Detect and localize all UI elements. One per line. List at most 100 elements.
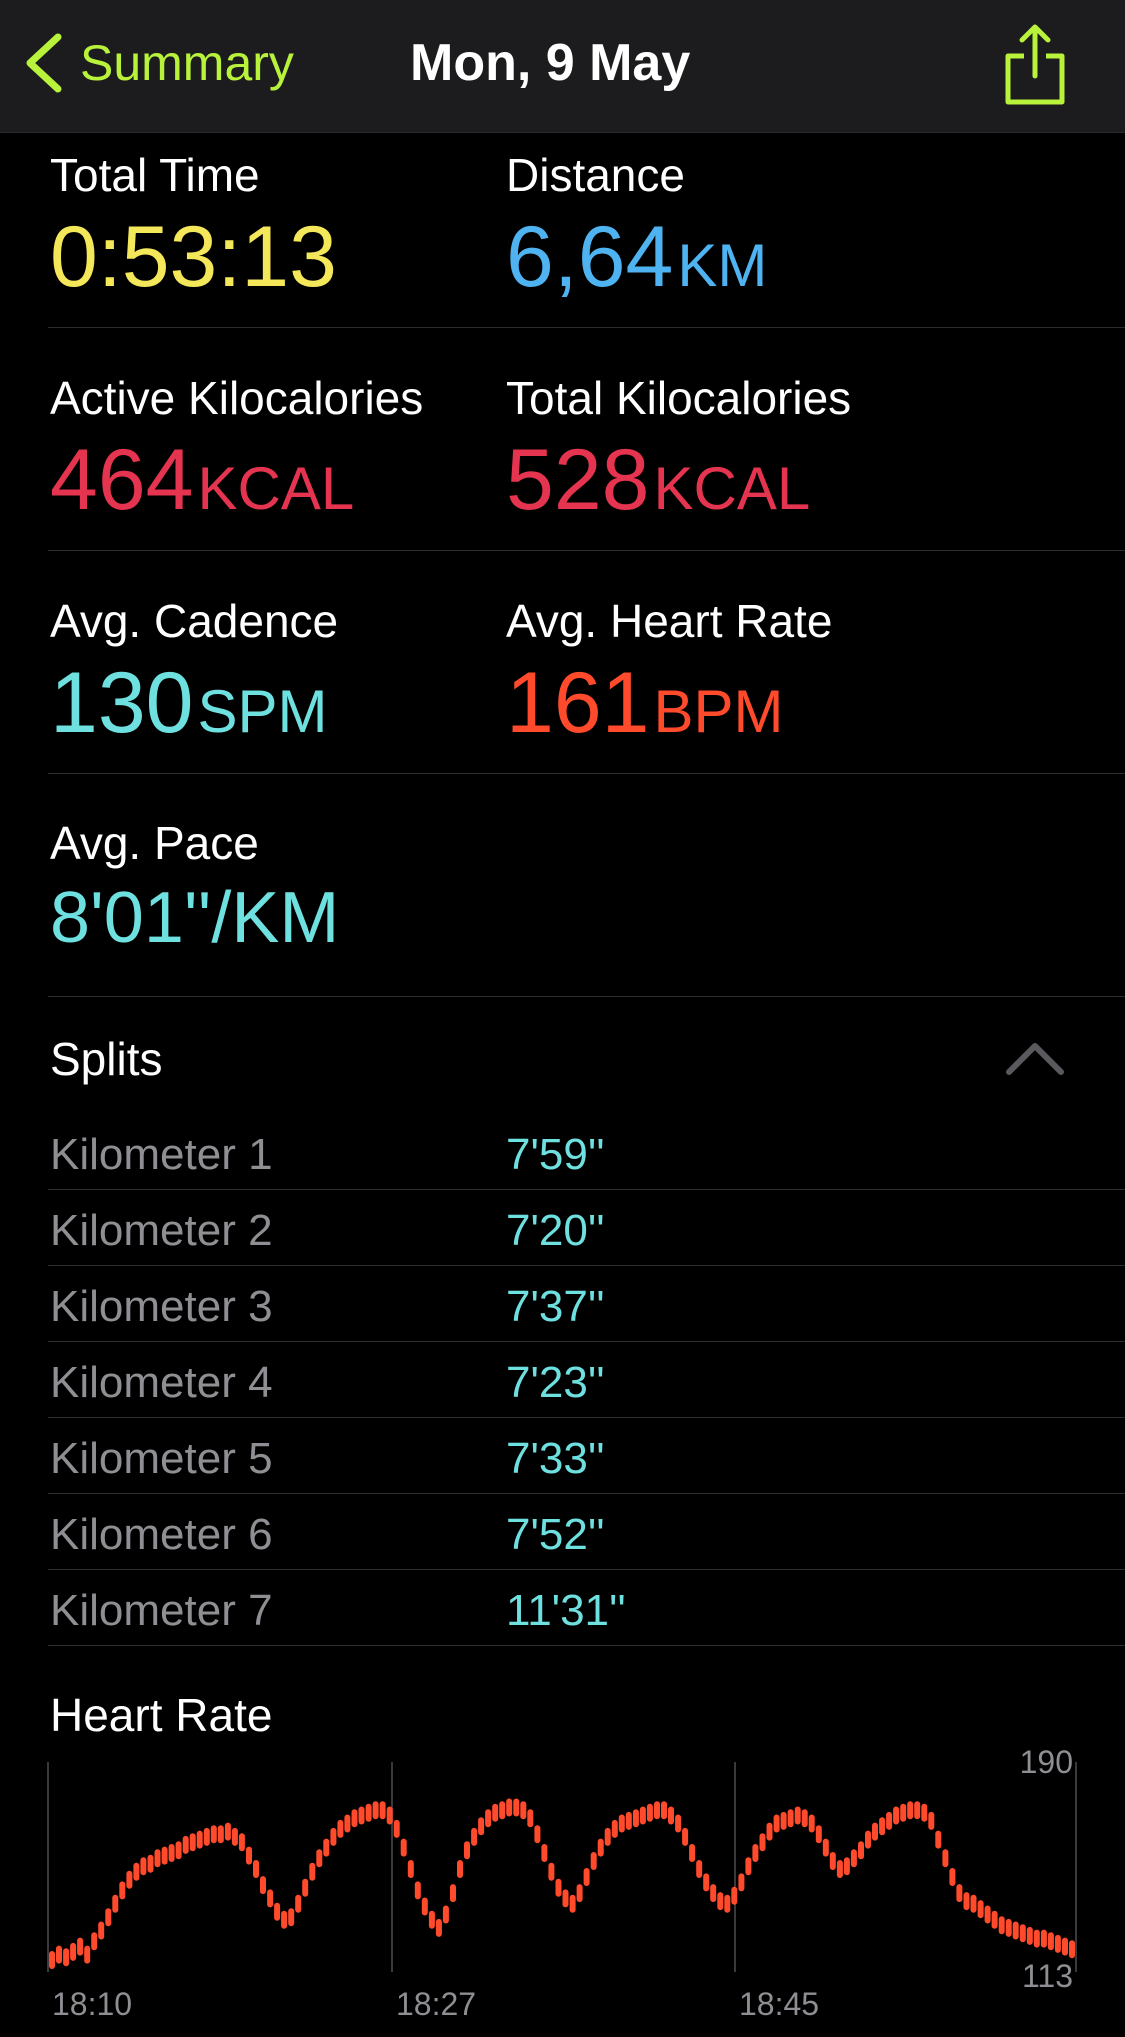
total-kcal-unit: KCAL bbox=[653, 455, 811, 522]
heart-rate-point bbox=[872, 1822, 878, 1841]
heart-rate-point bbox=[471, 1827, 478, 1846]
x-tick-label: 18:45 bbox=[739, 1986, 819, 2022]
heart-rate-point bbox=[210, 1825, 217, 1844]
heart-rate-point bbox=[309, 1862, 316, 1881]
stat-value: 6,64KM bbox=[506, 214, 767, 300]
heart-rate-point bbox=[281, 1910, 288, 1929]
heart-rate-point bbox=[928, 1811, 935, 1830]
heart-rate-point bbox=[710, 1884, 717, 1903]
split-row: Kilometer 6 7'52'' bbox=[0, 1494, 1125, 1570]
heart-rate-chart: 190 113 18:10 18:27 18:45 bbox=[47, 1744, 1077, 2022]
heart-rate-point bbox=[196, 1830, 203, 1849]
stat-label: Avg. Cadence bbox=[50, 595, 339, 647]
heart-rate-point bbox=[56, 1945, 62, 1964]
heart-rate-point bbox=[625, 1811, 632, 1830]
heart-rate-point bbox=[351, 1809, 358, 1828]
heart-rate-point bbox=[84, 1945, 91, 1964]
heart-rate-point bbox=[175, 1841, 182, 1860]
heart-rate-point bbox=[991, 1910, 998, 1929]
heart-rate-point bbox=[703, 1873, 710, 1892]
heart-rate-point bbox=[822, 1838, 829, 1857]
divider bbox=[48, 327, 1125, 328]
heart-rate-point bbox=[182, 1835, 189, 1854]
heart-rate-point bbox=[724, 1894, 731, 1913]
heart-rate-point bbox=[49, 1951, 55, 1969]
heart-rate-point bbox=[858, 1841, 864, 1860]
heart-rate-point bbox=[900, 1803, 907, 1822]
heart-rate-point bbox=[949, 1868, 956, 1886]
heart-rate-point bbox=[731, 1886, 738, 1905]
split-label: Kilometer 6 bbox=[50, 1510, 273, 1559]
total-time-value: 0:53:13 bbox=[50, 209, 337, 305]
heart-rate-point bbox=[147, 1854, 154, 1873]
heart-rate-point bbox=[843, 1857, 850, 1876]
heart-rate-point bbox=[745, 1857, 752, 1876]
heart-rate-point bbox=[253, 1860, 259, 1878]
heart-rate-point bbox=[224, 1822, 231, 1841]
heart-rate-point bbox=[907, 1801, 914, 1820]
stat-value: 528KCAL bbox=[506, 437, 851, 523]
split-pace: 11'31'' bbox=[506, 1586, 626, 1635]
heart-rate-point bbox=[801, 1809, 808, 1828]
stat-label: Avg. Pace bbox=[50, 817, 259, 869]
heart-rate-point bbox=[1005, 1918, 1012, 1937]
heart-rate-point bbox=[773, 1814, 780, 1833]
divider bbox=[48, 773, 1125, 774]
heart-rate-point bbox=[583, 1868, 590, 1886]
heart-rate-point bbox=[330, 1827, 337, 1846]
heart-rate-point bbox=[464, 1841, 470, 1860]
avg-cadence-unit: SPM bbox=[197, 678, 328, 745]
heart-rate-point bbox=[421, 1897, 428, 1916]
split-label: Kilometer 2 bbox=[50, 1206, 273, 1255]
split-row: Kilometer 4 7'23'' bbox=[0, 1342, 1125, 1418]
avg-hr-value: 161 bbox=[506, 655, 650, 751]
heart-rate-point bbox=[91, 1932, 98, 1951]
chevron-up-icon[interactable] bbox=[1005, 1040, 1065, 1076]
heart-rate-point bbox=[759, 1833, 766, 1852]
heart-rate-point bbox=[548, 1862, 555, 1881]
heart-rate-point bbox=[1040, 1929, 1047, 1948]
heart-rate-point bbox=[154, 1849, 161, 1868]
heart-rate-point bbox=[914, 1801, 921, 1820]
split-pace: 7'33'' bbox=[506, 1434, 605, 1483]
heart-rate-point bbox=[597, 1838, 604, 1857]
split-label: Kilometer 3 bbox=[50, 1282, 273, 1331]
divider bbox=[48, 550, 1125, 551]
heart-rate-point bbox=[288, 1908, 295, 1927]
split-pace: 7'20'' bbox=[506, 1206, 605, 1255]
heart-rate-point bbox=[682, 1827, 689, 1846]
heart-rate-point bbox=[998, 1916, 1005, 1935]
heart-rate-point bbox=[935, 1830, 942, 1849]
stat-avg-heart-rate: Avg. Heart Rate 161BPM bbox=[506, 598, 832, 746]
stat-value: 464KCAL bbox=[50, 437, 423, 523]
stat-active-kcal: Active Kilocalories 464KCAL bbox=[50, 375, 423, 523]
heart-rate-point bbox=[323, 1838, 330, 1857]
heart-rate-point bbox=[386, 1806, 393, 1825]
back-button[interactable]: Summary bbox=[22, 28, 294, 98]
heart-rate-point bbox=[407, 1860, 414, 1878]
heart-rate-title: Heart Rate bbox=[50, 1689, 273, 1741]
stat-label: Avg. Heart Rate bbox=[506, 595, 833, 647]
stat-label: Total Time bbox=[50, 149, 260, 201]
heart-rate-point bbox=[140, 1857, 147, 1876]
heart-rate-point bbox=[766, 1822, 773, 1841]
heart-rate-point bbox=[829, 1852, 836, 1870]
heart-rate-point bbox=[963, 1892, 970, 1911]
heart-rate-point bbox=[1026, 1926, 1033, 1945]
share-icon[interactable] bbox=[1000, 20, 1070, 110]
heart-rate-point bbox=[527, 1809, 534, 1828]
stat-avg-pace: Avg. Pace 8'01''/KM bbox=[50, 820, 339, 954]
heart-rate-point bbox=[865, 1830, 871, 1849]
split-pace: 7'52'' bbox=[506, 1510, 605, 1559]
heart-rate-point bbox=[1019, 1924, 1026, 1943]
heart-rate-point bbox=[238, 1833, 245, 1852]
heart-rate-point bbox=[879, 1817, 886, 1836]
split-label: Kilometer 4 bbox=[50, 1358, 273, 1407]
heart-rate-point bbox=[639, 1806, 646, 1825]
heart-rate-point bbox=[752, 1844, 759, 1862]
heart-rate-point bbox=[1012, 1921, 1019, 1940]
heart-rate-point bbox=[70, 1942, 77, 1961]
heart-rate-point bbox=[555, 1878, 562, 1897]
split-row: Kilometer 5 7'33'' bbox=[0, 1418, 1125, 1494]
stat-value: 130SPM bbox=[50, 660, 338, 746]
